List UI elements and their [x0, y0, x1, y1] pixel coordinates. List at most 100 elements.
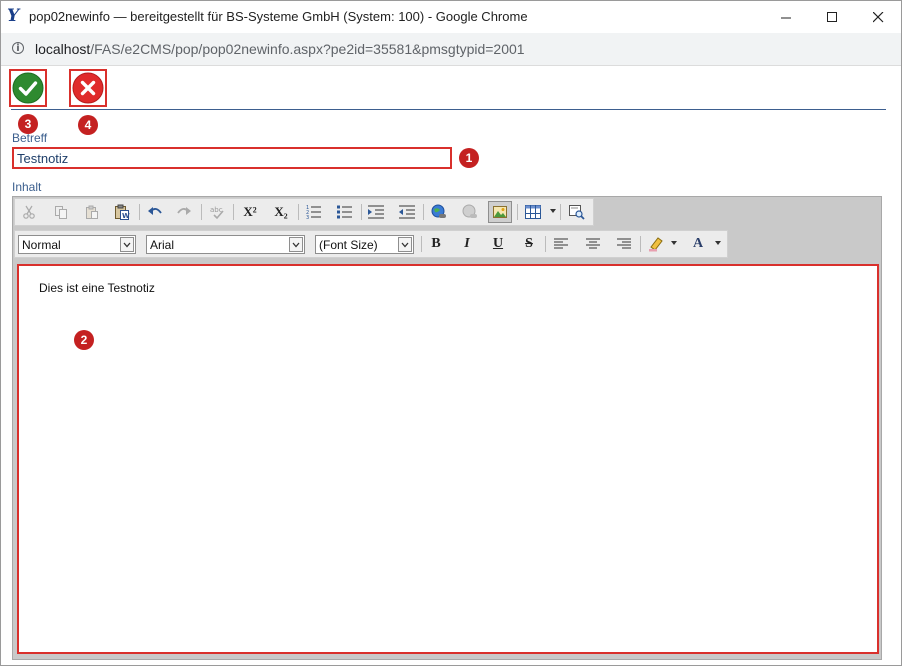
redo-icon — [177, 207, 191, 215]
browser-window: Y pop02newinfo — bereitgestellt für BS-S… — [0, 0, 902, 666]
x-icon — [72, 72, 104, 104]
toolbar-separator — [421, 236, 422, 252]
app-logo: Y — [7, 6, 20, 26]
font-family-value: Arial — [150, 238, 175, 252]
svg-text:3: 3 — [306, 215, 309, 220]
toolbar-separator — [139, 204, 140, 220]
chevron-down-icon — [289, 237, 303, 252]
cut-icon — [23, 205, 35, 219]
annotation-badge-4: 4 — [78, 115, 98, 135]
highlighter-icon — [649, 237, 663, 252]
toolbar-separator — [560, 204, 561, 220]
content-text: Dies ist eine Testnotiz — [39, 281, 155, 295]
find-button[interactable] — [566, 202, 588, 222]
annotation-badge-2: 2 — [74, 330, 94, 350]
toolbar-separator — [545, 236, 546, 252]
header-divider — [11, 109, 886, 110]
maximize-button[interactable] — [809, 1, 855, 33]
paragraph-format-select[interactable]: Normal — [18, 235, 136, 254]
subject-label: Betreff — [12, 131, 48, 145]
align-left-button[interactable] — [550, 234, 572, 254]
align-right-icon — [617, 238, 631, 249]
indent-button[interactable] — [365, 202, 387, 222]
align-center-button[interactable] — [582, 234, 604, 254]
bold-button[interactable]: B — [425, 234, 447, 254]
strikethrough-button[interactable]: S — [518, 234, 540, 254]
maximize-icon — [826, 11, 837, 22]
rich-text-editor: W abc X² X₂ 123 Normal Arial (Font Size)… — [12, 196, 882, 660]
spellcheck-button[interactable]: abc — [206, 202, 228, 222]
subscript-button[interactable]: X₂ — [270, 202, 292, 222]
italic-button[interactable]: I — [456, 234, 478, 254]
find-icon — [569, 205, 585, 220]
url-host: localhost — [35, 41, 91, 57]
remove-link-button[interactable] — [459, 202, 481, 222]
align-right-button[interactable] — [613, 234, 635, 254]
info-icon[interactable]: i — [12, 42, 24, 54]
checkmark-icon — [12, 72, 44, 104]
table-icon — [525, 205, 541, 219]
editor-toolbar-row-1: W abc X² X₂ 123 — [14, 198, 594, 226]
toolbar-separator — [361, 204, 362, 220]
content-editor-area[interactable]: Dies ist eine Testnotiz — [17, 264, 879, 654]
subject-input[interactable]: Testnotiz — [12, 147, 452, 169]
superscript-button[interactable]: X² — [239, 202, 261, 222]
chevron-down-icon — [120, 237, 134, 252]
numbered-list-icon: 123 — [306, 205, 321, 220]
toolbar-separator — [423, 204, 424, 220]
insert-table-button[interactable] — [522, 202, 544, 222]
close-icon — [872, 11, 883, 22]
toolbar-separator — [517, 204, 518, 220]
save-button[interactable] — [9, 69, 47, 107]
toolbar-separator — [201, 204, 202, 220]
globe-link-icon — [431, 204, 446, 218]
window-title: pop02newinfo — bereitgestellt für BS-Sys… — [29, 9, 528, 24]
undo-button[interactable] — [144, 202, 166, 222]
copy-button[interactable] — [50, 202, 72, 222]
bullet-list-button[interactable] — [334, 202, 356, 222]
chevron-down-icon — [398, 237, 412, 252]
outdent-icon — [399, 205, 415, 219]
paste-from-word-button[interactable]: W — [111, 202, 133, 222]
url-path: /FAS/e2CMS/pop/pop02newinfo.aspx?pe2id=3… — [90, 41, 525, 57]
cancel-button[interactable] — [69, 69, 107, 107]
unlink-icon — [462, 204, 477, 218]
toolbar-separator — [233, 204, 234, 220]
paragraph-format-value: Normal — [22, 238, 61, 252]
align-center-icon — [586, 238, 600, 249]
cut-button[interactable] — [18, 202, 40, 222]
page-content: 3 4 Betreff Testnotiz 1 Inhalt W abc X² … — [1, 66, 901, 665]
minimize-button[interactable] — [763, 1, 809, 33]
paste-button[interactable] — [81, 202, 103, 222]
editor-toolbar-row-2: Normal Arial (Font Size) B I U S A — [14, 230, 728, 258]
toolbar-separator — [298, 204, 299, 220]
background-color-dropdown-arrow[interactable] — [671, 241, 677, 245]
content-label: Inhalt — [12, 180, 42, 194]
underline-button[interactable]: U — [487, 234, 509, 254]
align-left-icon — [554, 238, 568, 249]
url-text[interactable]: localhost/FAS/e2CMS/pop/pop02newinfo.asp… — [35, 41, 525, 57]
close-window-button[interactable] — [855, 1, 901, 33]
toolbar-separator — [640, 236, 641, 252]
title-bar: Y pop02newinfo — bereitgestellt für BS-S… — [1, 1, 901, 33]
spellcheck-icon: abc — [210, 206, 224, 220]
indent-icon — [368, 205, 384, 219]
copy-icon — [55, 206, 67, 219]
font-color-dropdown-arrow[interactable] — [715, 241, 721, 245]
image-manager-button[interactable] — [488, 201, 512, 223]
outdent-button[interactable] — [396, 202, 418, 222]
redo-button[interactable] — [173, 202, 195, 222]
minimize-icon — [780, 17, 791, 18]
svg-text:W: W — [122, 212, 130, 220]
font-color-button[interactable]: A — [687, 234, 709, 254]
background-color-button[interactable] — [645, 234, 667, 254]
paste-word-icon: W — [115, 204, 130, 220]
insert-link-button[interactable] — [428, 202, 450, 222]
table-dropdown-arrow[interactable] — [550, 209, 556, 213]
font-size-select[interactable]: (Font Size) — [315, 235, 414, 254]
numbered-list-button[interactable]: 123 — [303, 202, 325, 222]
font-family-select[interactable]: Arial — [146, 235, 305, 254]
address-bar[interactable]: i localhost/FAS/e2CMS/pop/pop02newinfo.a… — [1, 33, 901, 66]
image-icon — [493, 206, 507, 218]
bullet-list-icon — [337, 205, 352, 219]
